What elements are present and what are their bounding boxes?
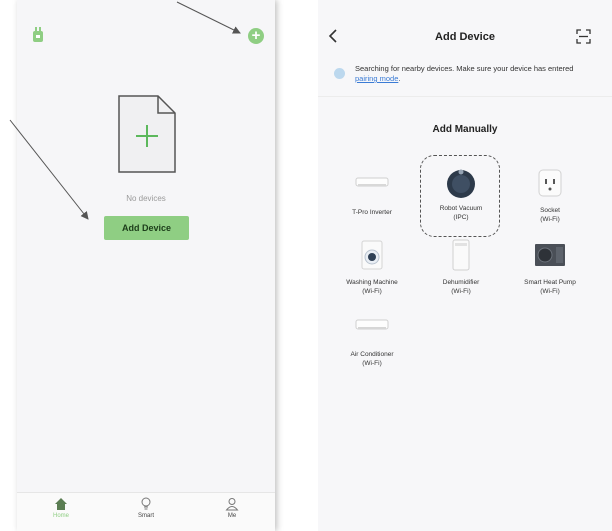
annotation-arrows [9,1,241,220]
arrow-to-add-device-button [9,119,89,220]
arrow-to-add-icon [176,1,241,34]
